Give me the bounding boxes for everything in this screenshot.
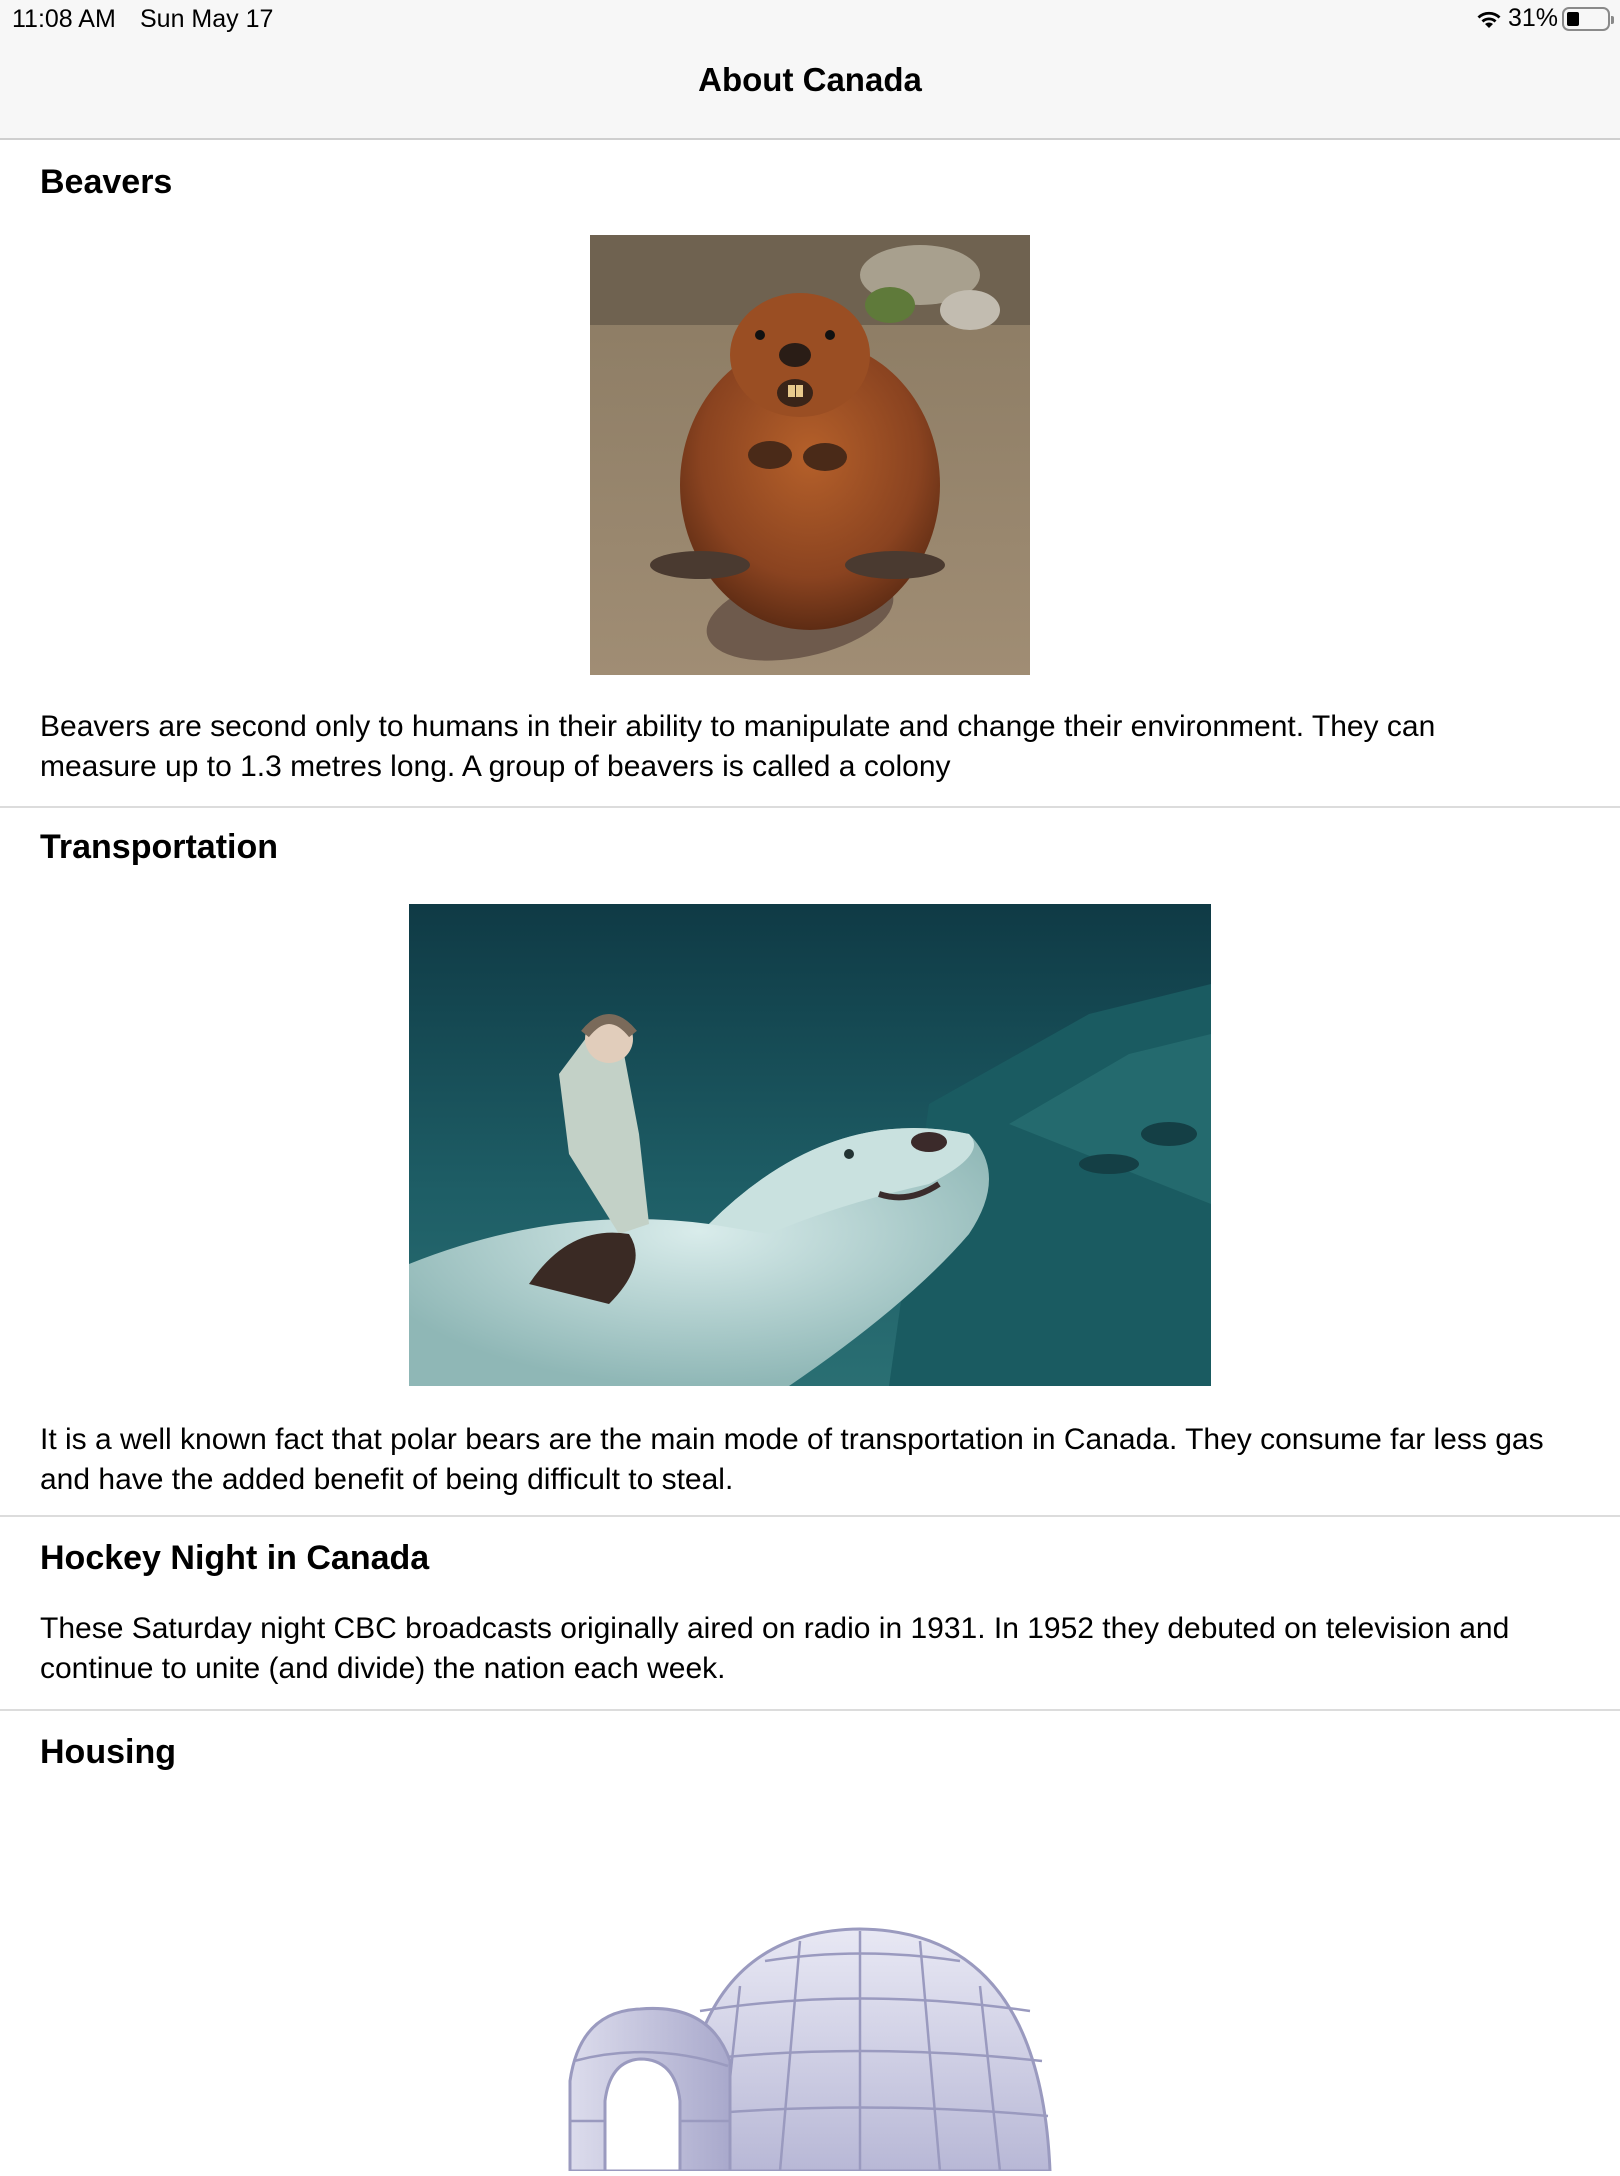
section-title: Beavers: [40, 163, 173, 201]
section-body: Beavers are second only to humans in the…: [40, 710, 1436, 783]
section-body: These Saturday night CBC broadcasts orig…: [40, 1612, 1510, 1685]
status-time: 11:08 AM: [12, 5, 116, 33]
section-title: Transportation: [40, 828, 279, 866]
list-item-beavers[interactable]: Beavers Beavers are second only to human…: [0, 141, 1620, 808]
beaver-photo: [590, 235, 1030, 675]
battery-level: [1567, 11, 1579, 26]
navigation-bar: About Canada: [0, 40, 1620, 140]
battery-icon: [1562, 6, 1614, 31]
wifi-icon: [1477, 11, 1501, 28]
status-bar: 11:08 AM Sun May 17 31%: [0, 0, 1620, 40]
section-body: It is a well known fact that polar bears…: [40, 1423, 1544, 1496]
list-item-housing[interactable]: Housing: [0, 1711, 1620, 2173]
battery-percent: 31%: [1507, 4, 1558, 32]
girl-riding-polar-bear-photo: [409, 904, 1211, 1386]
content-list[interactable]: Beavers Beavers are second only to human…: [0, 141, 1620, 2173]
status-indicators: 31%: [1474, 4, 1614, 33]
igloo-illustration: [560, 1891, 1060, 2173]
section-title: Hockey Night in Canada: [40, 1539, 430, 1577]
list-item-transportation[interactable]: Transportation It is a well known fact t…: [0, 808, 1620, 1517]
section-title: Housing: [40, 1733, 176, 1771]
list-item-hockey-night[interactable]: Hockey Night in Canada These Saturday ni…: [0, 1517, 1620, 1711]
page-title: About Canada: [698, 61, 922, 98]
status-date: Sun May 17: [140, 5, 274, 33]
